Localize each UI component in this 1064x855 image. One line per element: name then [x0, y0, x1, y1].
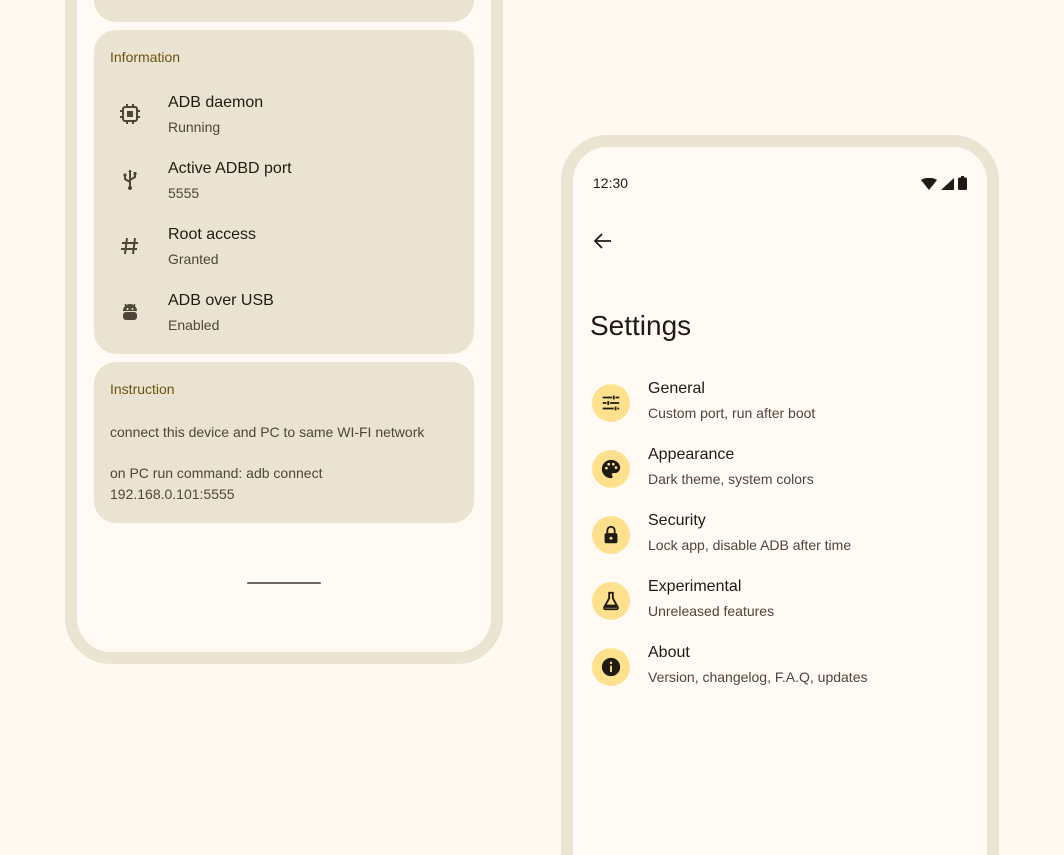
status-time: 12:30 — [593, 175, 629, 191]
hashtag-icon — [118, 234, 142, 258]
flask-icon — [592, 582, 630, 620]
tune-icon — [592, 384, 630, 422]
settings-item-title: General — [648, 380, 705, 397]
instruction-card: Instruction connect this device and PC t… — [94, 362, 474, 523]
info-subtitle: Running — [168, 119, 221, 135]
arrow-back-icon[interactable] — [591, 229, 615, 253]
wifi-icon — [921, 177, 937, 195]
right-phone-frame: 12:30 Settings General Custom port, run … — [561, 135, 999, 855]
info-item-root-access: Root access Granted — [94, 224, 474, 280]
settings-item-subtitle: Unreleased features — [648, 603, 775, 619]
info-item-adb-daemon: ADB daemon Running — [94, 92, 474, 148]
status-icons — [921, 176, 967, 195]
info-title: ADB daemon — [168, 94, 264, 111]
signal-icon — [941, 177, 954, 195]
info-item-adbd-port: Active ADBD port 5555 — [94, 158, 474, 214]
usb-icon — [118, 168, 142, 192]
left-phone-frame: Information ADB daemon Running Active AD… — [65, 0, 503, 664]
settings-item-subtitle: Lock app, disable ADB after time — [648, 537, 852, 553]
info-title: Active ADBD port — [168, 160, 292, 177]
info-title: ADB over USB — [168, 292, 274, 309]
information-title: Information — [110, 49, 181, 65]
palette-icon — [592, 450, 630, 488]
instruction-title: Instruction — [110, 381, 175, 397]
android-icon — [118, 300, 142, 324]
top-card — [94, 0, 474, 22]
settings-item-subtitle: Dark theme, system colors — [648, 471, 814, 487]
settings-item-title: Security — [648, 512, 706, 529]
lock-icon — [592, 516, 630, 554]
settings-item-experimental[interactable]: Experimental Unreleased features — [573, 578, 987, 638]
chip-icon — [118, 102, 142, 126]
battery-icon — [958, 176, 967, 195]
info-subtitle: Granted — [168, 251, 219, 267]
settings-item-title: About — [648, 644, 690, 661]
info-item-adb-over-usb: ADB over USB Enabled — [94, 290, 474, 346]
page-title: Settings — [590, 310, 692, 341]
info-subtitle: Enabled — [168, 317, 220, 333]
info-subtitle: 5555 — [168, 185, 200, 201]
settings-item-security[interactable]: Security Lock app, disable ADB after tim… — [573, 512, 987, 572]
info-title: Root access — [168, 226, 257, 243]
home-indicator[interactable] — [247, 582, 321, 584]
instruction-step-2: on PC run command: adb connect 192.168.0… — [110, 465, 323, 502]
information-card: Information ADB daemon Running Active AD… — [94, 30, 474, 354]
settings-item-subtitle: Version, changelog, F.A.Q, updates — [648, 669, 868, 685]
settings-item-appearance[interactable]: Appearance Dark theme, system colors — [573, 446, 987, 506]
instruction-step-1: connect this device and PC to same WI-FI… — [110, 424, 425, 440]
info-icon — [592, 648, 630, 686]
settings-item-general[interactable]: General Custom port, run after boot — [573, 380, 987, 440]
settings-item-title: Experimental — [648, 578, 742, 595]
settings-item-subtitle: Custom port, run after boot — [648, 405, 816, 421]
settings-item-about[interactable]: About Version, changelog, F.A.Q, updates — [573, 644, 987, 704]
settings-item-title: Appearance — [648, 446, 735, 463]
